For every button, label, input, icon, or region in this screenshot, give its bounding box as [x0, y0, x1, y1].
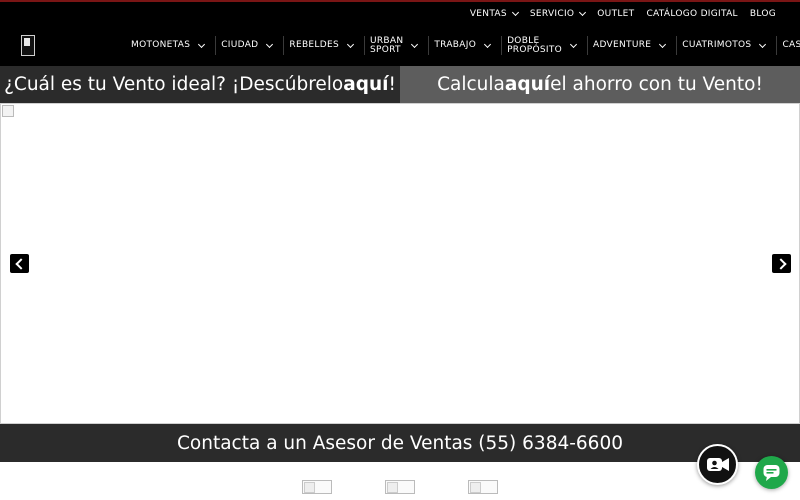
promo-bold: aquí [343, 74, 389, 95]
chevron-down-icon [198, 40, 206, 48]
top-nav-label: VENTAS [469, 8, 507, 19]
chevron-down-icon [511, 8, 519, 16]
chevron-down-icon [484, 40, 492, 48]
promo-ahorro[interactable]: Calcula aquí el ahorro con tu Vento! [400, 66, 800, 103]
nav-item-label: ADVENTURE [593, 40, 652, 50]
chevron-left-icon[interactable] [10, 254, 29, 273]
video-call-icon [707, 458, 729, 471]
chevron-down-icon [266, 40, 274, 48]
nav-item-label: MOTONETAS [131, 40, 191, 50]
nav-item-label: REBELDES [289, 40, 339, 50]
top-nav-label: CATÁLOGO DIGITAL [646, 8, 738, 19]
chevron-down-icon [346, 40, 354, 48]
main-nav-items: MOTONETAS CIUDAD REBELDES URBAN SPORT TRA… [126, 25, 800, 66]
nav-item-adventure[interactable]: ADVENTURE [588, 36, 678, 55]
top-nav-label: BLOG [749, 8, 776, 19]
promo-text: ! [388, 74, 396, 95]
thumbnail-image[interactable] [468, 480, 498, 494]
chevron-down-icon [659, 40, 667, 48]
thumbnail-image[interactable] [385, 480, 415, 494]
chevron-right-icon[interactable] [772, 254, 791, 273]
promo-text: Calcula [437, 74, 505, 95]
promo-text: ¿Cuál es tu Vento ideal? ¡Descúbrelo [4, 74, 344, 95]
slide-image [2, 105, 14, 117]
top-utility-nav: VENTAS SERVICIO OUTLET CATÁLOGO DIGITAL … [0, 0, 800, 25]
nav-item-label: CIUDAD [221, 40, 259, 50]
nav-item-cascos[interactable]: CASCOS [777, 36, 800, 55]
chat-bubble-icon [763, 465, 780, 481]
site-logo[interactable] [21, 35, 35, 56]
nav-item-rebeldes[interactable]: REBELDES [284, 36, 365, 55]
nav-item-doble-proposito[interactable]: DOBLE PROPÓSITO [502, 35, 589, 55]
top-nav-label: SERVICIO [529, 8, 575, 19]
nav-item-label: DOBLE PROPÓSITO [507, 35, 563, 55]
nav-item-label: URBAN SPORT [369, 35, 404, 55]
nav-item-trabajo[interactable]: TRABAJO [429, 36, 503, 55]
main-nav: MOTONETAS CIUDAD REBELDES URBAN SPORT TRA… [0, 25, 800, 66]
chevron-down-icon [759, 40, 767, 48]
video-call-button[interactable] [697, 444, 738, 485]
chevron-down-icon [411, 40, 419, 48]
top-nav-label: OUTLET [597, 8, 635, 19]
top-nav-catalogo[interactable]: CATÁLOGO DIGITAL [646, 9, 737, 19]
promo-text: el ahorro con tu Vento! [550, 74, 763, 95]
chevron-down-icon [569, 40, 578, 48]
promo-vento-ideal[interactable]: ¿Cuál es tu Vento ideal? ¡Descúbrelo aqu… [0, 66, 400, 103]
promo-bold: aquí [504, 74, 551, 95]
nav-item-ciudad[interactable]: CIUDAD [216, 36, 285, 55]
nav-item-urban-sport[interactable]: URBAN SPORT [365, 35, 430, 55]
top-nav-outlet[interactable]: OUTLET [597, 9, 634, 19]
nav-item-cuatrimotos[interactable]: CUATRIMOTOS [677, 36, 778, 55]
nav-item-label: CUATRIMOTOS [682, 40, 752, 50]
chat-button[interactable] [755, 456, 788, 489]
nav-item-motonetas[interactable]: MOTONETAS [126, 36, 217, 55]
top-nav-ventas[interactable]: VENTAS [469, 8, 519, 19]
contact-banner[interactable]: Contacta a un Asesor de Ventas (55) 6384… [0, 424, 800, 462]
top-nav-blog[interactable]: BLOG [750, 9, 776, 19]
top-nav-servicio[interactable]: SERVICIO [529, 8, 587, 19]
chevron-down-icon [579, 8, 587, 16]
nav-item-label: TRABAJO [434, 40, 477, 50]
contact-text: Contacta a un Asesor de Ventas (55) 6384… [177, 432, 623, 454]
thumbnail-image[interactable] [302, 480, 332, 494]
hero-slider [0, 103, 800, 424]
nav-item-label: CASCOS [782, 40, 800, 50]
